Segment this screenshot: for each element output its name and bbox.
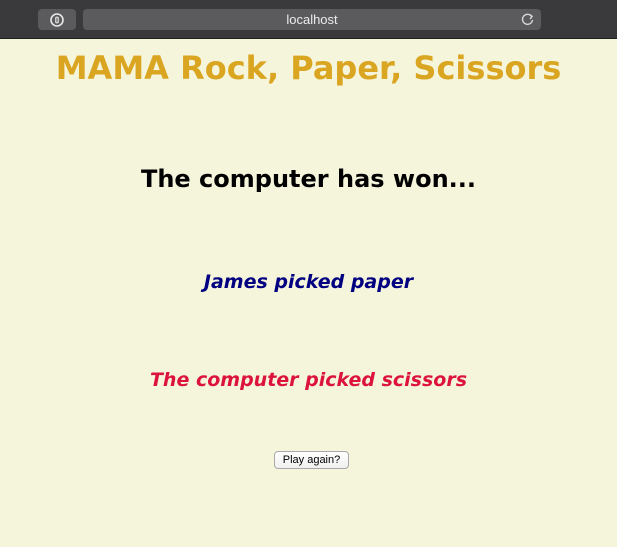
privacy-report-icon bbox=[50, 12, 64, 27]
player-pick: James picked paper bbox=[203, 271, 414, 293]
page-content: MAMA Rock, Paper, Scissors The computer … bbox=[0, 39, 617, 547]
reload-icon[interactable] bbox=[520, 12, 535, 27]
page-title: MAMA Rock, Paper, Scissors bbox=[55, 49, 562, 87]
address-bar[interactable]: localhost bbox=[83, 9, 541, 30]
result-heading: The computer has won... bbox=[140, 165, 477, 193]
computer-pick: The computer picked scissors bbox=[149, 369, 468, 391]
browser-toolbar: localhost bbox=[0, 0, 617, 39]
privacy-report-button[interactable] bbox=[38, 9, 76, 30]
address-text: localhost bbox=[286, 12, 338, 27]
play-again-button[interactable]: Play again? bbox=[274, 451, 349, 469]
